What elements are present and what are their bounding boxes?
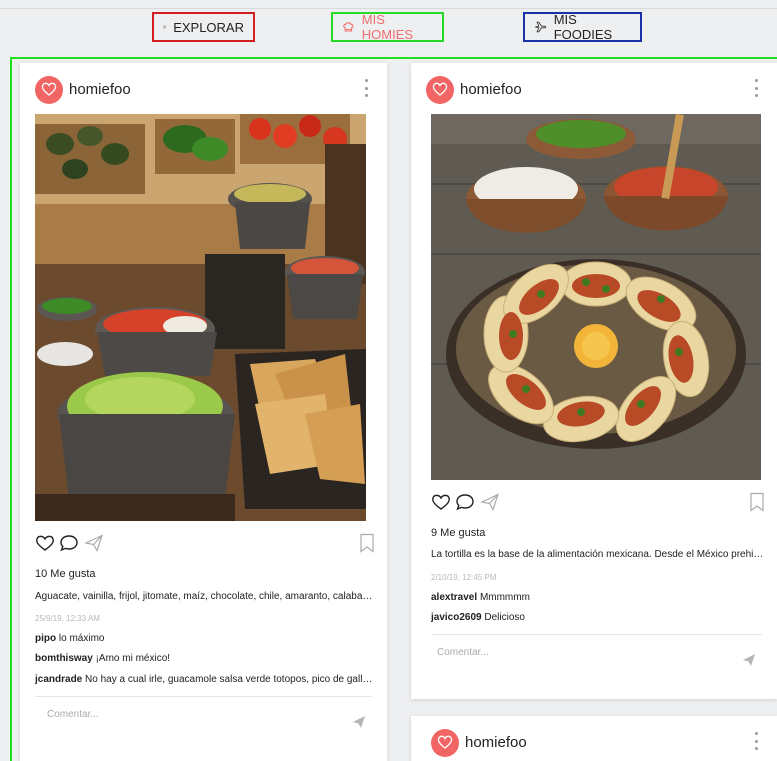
comment-text: ¡Amo mi méxico! (95, 653, 171, 664)
comment-text: Delicioso (484, 612, 525, 623)
post-card: homiefoo (411, 716, 777, 761)
more-vertical-icon[interactable] (755, 79, 759, 97)
airplane-icon (535, 21, 547, 33)
heart-logo-icon (437, 735, 453, 749)
send-icon[interactable] (480, 492, 500, 512)
post-username[interactable]: homiefoo (465, 734, 527, 751)
food-photo-illustration (431, 114, 761, 480)
like-count: 9 Me gusta (431, 527, 486, 539)
heart-icon[interactable] (35, 533, 55, 553)
comment-user[interactable]: javico2609 (431, 612, 482, 623)
tab-mis-foodies[interactable]: MIS FOODIES (523, 12, 642, 42)
comment-item: pipo lo máximo (35, 633, 375, 644)
comment-user[interactable]: alextravel (431, 592, 477, 603)
food-photo-illustration (35, 114, 366, 521)
comment-item: alextravel Mmmmmm (431, 592, 765, 603)
tab-mis-homies-label: MIS HOMIES (361, 12, 414, 42)
comment-box (35, 696, 372, 740)
send-comment-icon[interactable] (352, 715, 366, 729)
more-vertical-icon[interactable] (365, 79, 369, 97)
send-icon[interactable] (84, 533, 104, 553)
tab-mis-foodies-label: MIS FOODIES (553, 12, 613, 42)
avatar[interactable] (431, 729, 459, 757)
post-actions (35, 533, 374, 555)
bookmark-icon[interactable] (748, 492, 766, 512)
comment-box (431, 634, 762, 678)
comment-text: lo máximo (58, 633, 105, 644)
comment-text: Mmmmmm (479, 592, 530, 603)
post-header: homiefoo (411, 716, 777, 761)
comment-user[interactable]: pipo (35, 633, 56, 644)
post-caption: La tortilla es la base de la alimentació… (431, 549, 765, 560)
send-comment-icon[interactable] (742, 653, 756, 667)
comment-user[interactable]: jcandrade (35, 674, 82, 685)
post-header: homiefoo (411, 63, 777, 113)
comment-bubble-icon[interactable] (455, 492, 475, 512)
tab-mis-homies[interactable]: MIS HOMIES (331, 12, 444, 42)
heart-icon[interactable] (431, 492, 451, 512)
comment-input[interactable] (47, 709, 307, 720)
top-divider (0, 8, 777, 9)
avatar[interactable] (35, 76, 63, 104)
post-caption: Aguacate, vainilla, frijol, jitomate, ma… (35, 591, 375, 602)
comment-text: No hay a cual irle, guacamole salsa verd… (85, 674, 375, 685)
post-timestamp: 2/10/19, 12:45 PM (431, 573, 497, 582)
feed-tabs: EXPLORAR MIS HOMIES MIS FOODIES (0, 12, 777, 42)
post-username[interactable]: homiefoo (69, 81, 131, 98)
post-photo (431, 114, 761, 480)
heart-logo-icon (41, 82, 57, 96)
tab-explorar[interactable]: EXPLORAR (152, 12, 255, 42)
tab-explorar-label: EXPLORAR (173, 19, 244, 35)
comment-user[interactable]: bomthisway (35, 653, 93, 664)
post-card: homiefoo (411, 63, 777, 699)
chef-hat-icon (343, 22, 354, 32)
post-actions (431, 492, 764, 514)
post-timestamp: 25/9/19, 12:33 AM (35, 614, 100, 623)
compass-icon (163, 25, 167, 29)
comment-input[interactable] (437, 647, 697, 658)
post-photo (35, 114, 366, 521)
comment-item: jcandrade No hay a cual irle, guacamole … (35, 674, 375, 685)
like-count: 10 Me gusta (35, 568, 96, 580)
more-vertical-icon[interactable] (755, 732, 759, 750)
comment-bubble-icon[interactable] (59, 533, 79, 553)
bookmark-icon[interactable] (358, 533, 376, 553)
avatar[interactable] (426, 76, 454, 104)
heart-logo-icon (432, 82, 448, 96)
comment-item: bomthisway ¡Amo mi méxico! (35, 653, 375, 664)
comment-item: javico2609 Delicioso (431, 612, 765, 623)
post-header: homiefoo (20, 63, 387, 113)
post-card: homiefoo (20, 63, 387, 761)
post-username[interactable]: homiefoo (460, 81, 522, 98)
